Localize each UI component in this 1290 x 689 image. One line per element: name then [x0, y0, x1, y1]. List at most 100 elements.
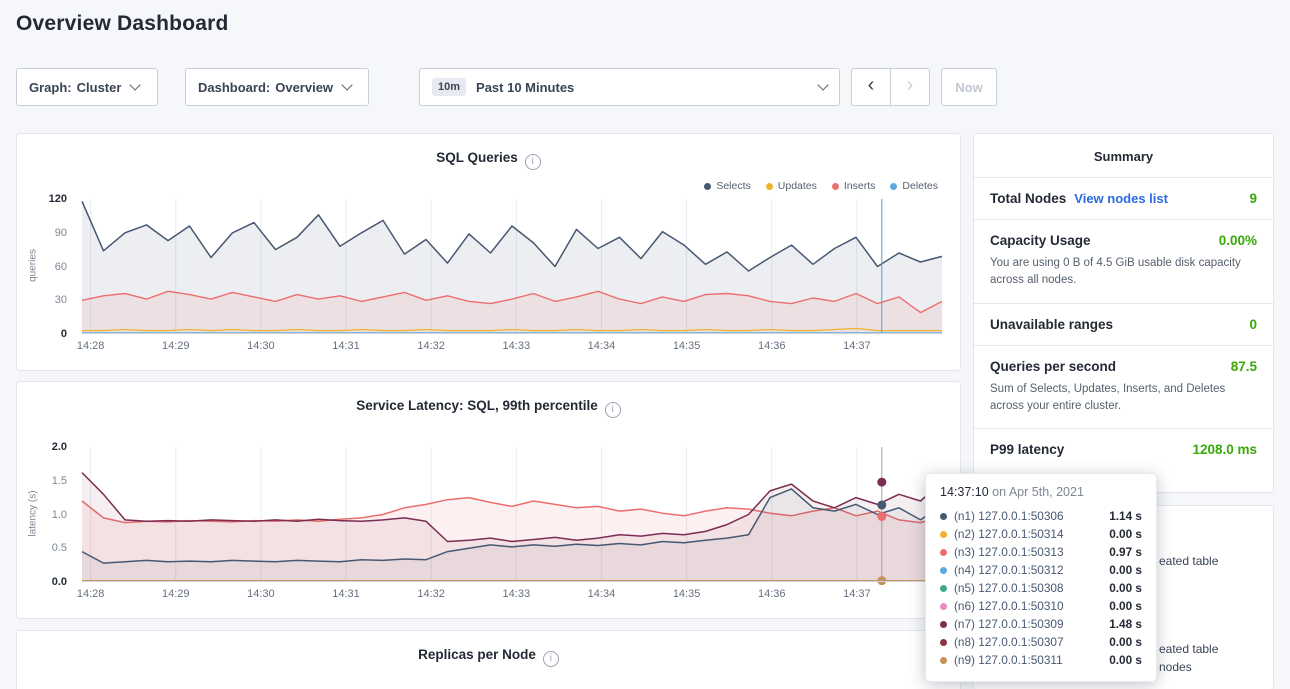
tooltip-node-row: (n6) 127.0.0.1:50310 0.00 s	[940, 597, 1142, 615]
tooltip-node-row: (n1) 127.0.0.1:50306 1.14 s	[940, 507, 1142, 525]
node-latency-value: 0.97 s	[1109, 545, 1142, 559]
graph-selector-value: Cluster	[77, 80, 122, 95]
node-color-dot-icon	[940, 621, 947, 628]
summary-row-total-nodes: Total Nodes View nodes list 9	[974, 178, 1273, 220]
chart-legend: Selects Updates Inserts Deletes	[704, 180, 938, 192]
view-nodes-list-link[interactable]: View nodes list	[1074, 191, 1168, 206]
dashboard-selector-dropdown[interactable]: Dashboard: Overview	[185, 68, 369, 106]
node-color-dot-icon	[940, 567, 947, 574]
capacity-value: 0.00%	[1219, 233, 1257, 248]
legend-dot-icon	[890, 183, 897, 190]
node-color-dot-icon	[940, 657, 947, 664]
legend-item[interactable]: Deletes	[890, 180, 938, 192]
tooltip-date: on Apr 5th, 2021	[992, 485, 1084, 499]
legend-dot-icon	[832, 183, 839, 190]
sql-queries-plot[interactable]	[82, 199, 942, 334]
node-latency-value: 0.00 s	[1109, 581, 1142, 595]
dashboard-selector-label: Dashboard:	[198, 80, 270, 95]
tooltip-node-row: (n7) 127.0.0.1:50309 1.48 s	[940, 615, 1142, 633]
node-address: (n8) 127.0.0.1:50307	[954, 635, 1064, 649]
p99-latency-label: P99 latency	[990, 442, 1064, 457]
y-axis-ticks: 2.01.51.00.50.0	[17, 447, 73, 582]
node-address: (n5) 127.0.0.1:50308	[954, 581, 1064, 595]
qps-value: 87.5	[1231, 359, 1257, 374]
chart-hover-tooltip: 14:37:10 on Apr 5th, 2021 (n1) 127.0.0.1…	[925, 473, 1157, 682]
capacity-label: Capacity Usage	[990, 233, 1091, 248]
node-address: (n1) 127.0.0.1:50306	[954, 509, 1064, 523]
time-range-badge: 10m	[432, 78, 466, 96]
time-now-button[interactable]: Now	[941, 68, 997, 106]
chart-title: SQL Queries i	[17, 150, 960, 170]
tooltip-time: 14:37:10	[940, 485, 989, 499]
chart-title-text: Service Latency: SQL, 99th percentile	[356, 398, 598, 413]
sql-queries-chart-card: SQL Queries i Selects Updates Inserts Delete…	[16, 133, 961, 371]
graph-selector-label: Graph:	[29, 80, 72, 95]
tooltip-node-row: (n5) 127.0.0.1:50308 0.00 s	[940, 579, 1142, 597]
dashboard-selector-value: Overview	[275, 80, 333, 95]
page-title: Overview Dashboard	[16, 12, 229, 36]
node-address: (n7) 127.0.0.1:50309	[954, 617, 1064, 631]
service-latency-chart-card: Service Latency: SQL, 99th percentilei l…	[16, 381, 961, 619]
tooltip-timestamp: 14:37:10 on Apr 5th, 2021	[940, 485, 1142, 499]
overview-dashboard-page: Overview Dashboard Graph: Cluster Dashbo…	[0, 0, 1290, 689]
replicas-per-node-chart-card: Replicas per Node i	[16, 630, 961, 689]
tooltip-node-rows: (n1) 127.0.0.1:50306 1.14 s (n2) 127.0.0.1…	[940, 507, 1142, 669]
total-nodes-value: 9	[1249, 191, 1257, 206]
time-range-dropdown[interactable]: 10m Past 10 Minutes	[419, 68, 840, 106]
node-latency-value: 0.00 s	[1109, 527, 1142, 541]
info-icon[interactable]: i	[543, 651, 559, 667]
legend-dot-icon	[704, 183, 711, 190]
node-address: (n2) 127.0.0.1:50314	[954, 527, 1064, 541]
node-color-dot-icon	[940, 531, 947, 538]
p99-latency-value: 1208.0 ms	[1192, 442, 1257, 457]
graph-selector-dropdown[interactable]: Graph: Cluster	[16, 68, 158, 106]
summary-title: Summary	[974, 134, 1273, 178]
tooltip-node-row: (n4) 127.0.0.1:50312 0.00 s	[940, 561, 1142, 579]
chevron-down-icon	[341, 79, 352, 90]
summary-row-qps: Queries per second 87.5 Sum of Selects, …	[974, 346, 1273, 430]
node-color-dot-icon	[940, 603, 947, 610]
legend-item[interactable]: Selects	[704, 180, 750, 192]
tooltip-node-row: (n9) 127.0.0.1:503110.00 s	[940, 651, 1142, 669]
x-axis-ticks: 14:2814:2914:3014:3114:3214:3314:3414:35…	[82, 340, 942, 354]
tooltip-node-row: (n8) 127.0.0.1:50307 0.00 s	[940, 633, 1142, 651]
node-address: (n3) 127.0.0.1:50313	[954, 545, 1064, 559]
node-color-dot-icon	[940, 585, 947, 592]
time-prev-button[interactable]: ‹	[851, 68, 891, 106]
chevron-down-icon	[817, 79, 828, 90]
legend-item[interactable]: Updates	[766, 180, 817, 192]
qps-desc: Sum of Selects, Updates, Inserts, and De…	[990, 381, 1257, 416]
node-address: (n9) 127.0.0.1:50311	[954, 653, 1063, 667]
legend-item[interactable]: Inserts	[832, 180, 876, 192]
qps-label: Queries per second	[990, 359, 1116, 374]
chart-title-text: Replicas per Node	[418, 647, 536, 662]
node-latency-value: 0.00 s	[1109, 563, 1142, 577]
y-axis-ticks: 1209060300	[17, 199, 73, 334]
chart-title-text: SQL Queries	[436, 150, 518, 165]
chart-title: Service Latency: SQL, 99th percentile i	[17, 398, 960, 418]
event-text-fragment: eated table	[1159, 642, 1218, 656]
node-latency-value: 1.14 s	[1109, 509, 1142, 523]
info-icon[interactable]: i	[525, 154, 541, 170]
tooltip-node-row: (n2) 127.0.0.1:50314 0.00 s	[940, 525, 1142, 543]
tooltip-node-row: (n3) 127.0.0.1:50313 0.97 s	[940, 543, 1142, 561]
info-icon[interactable]: i	[605, 402, 621, 418]
node-latency-value: 0.00 s	[1109, 599, 1142, 613]
total-nodes-label: Total Nodes	[990, 191, 1066, 206]
event-text-fragment: nodes	[1159, 660, 1192, 674]
legend-dot-icon	[766, 183, 773, 190]
x-axis-ticks: 14:2814:2914:3014:3114:3214:3314:3414:35…	[82, 588, 942, 602]
time-next-button[interactable]: ›	[890, 68, 930, 106]
capacity-desc: You are using 0 B of 4.5 GiB usable disk…	[990, 255, 1257, 290]
node-latency-value: 1.48 s	[1109, 617, 1142, 631]
node-latency-value: 0.00 s	[1109, 635, 1142, 649]
summary-row-unavailable-ranges: Unavailable ranges 0	[974, 304, 1273, 346]
summary-row-capacity: Capacity Usage 0.00% You are using 0 B o…	[974, 220, 1273, 304]
summary-row-p99-latency: P99 latency 1208.0 ms	[974, 429, 1273, 470]
service-latency-plot[interactable]	[82, 447, 942, 582]
node-color-dot-icon	[940, 513, 947, 520]
chevron-down-icon	[130, 79, 141, 90]
event-text-fragment: eated table	[1159, 554, 1218, 568]
node-address: (n4) 127.0.0.1:50312	[954, 563, 1064, 577]
node-address: (n6) 127.0.0.1:50310	[954, 599, 1064, 613]
